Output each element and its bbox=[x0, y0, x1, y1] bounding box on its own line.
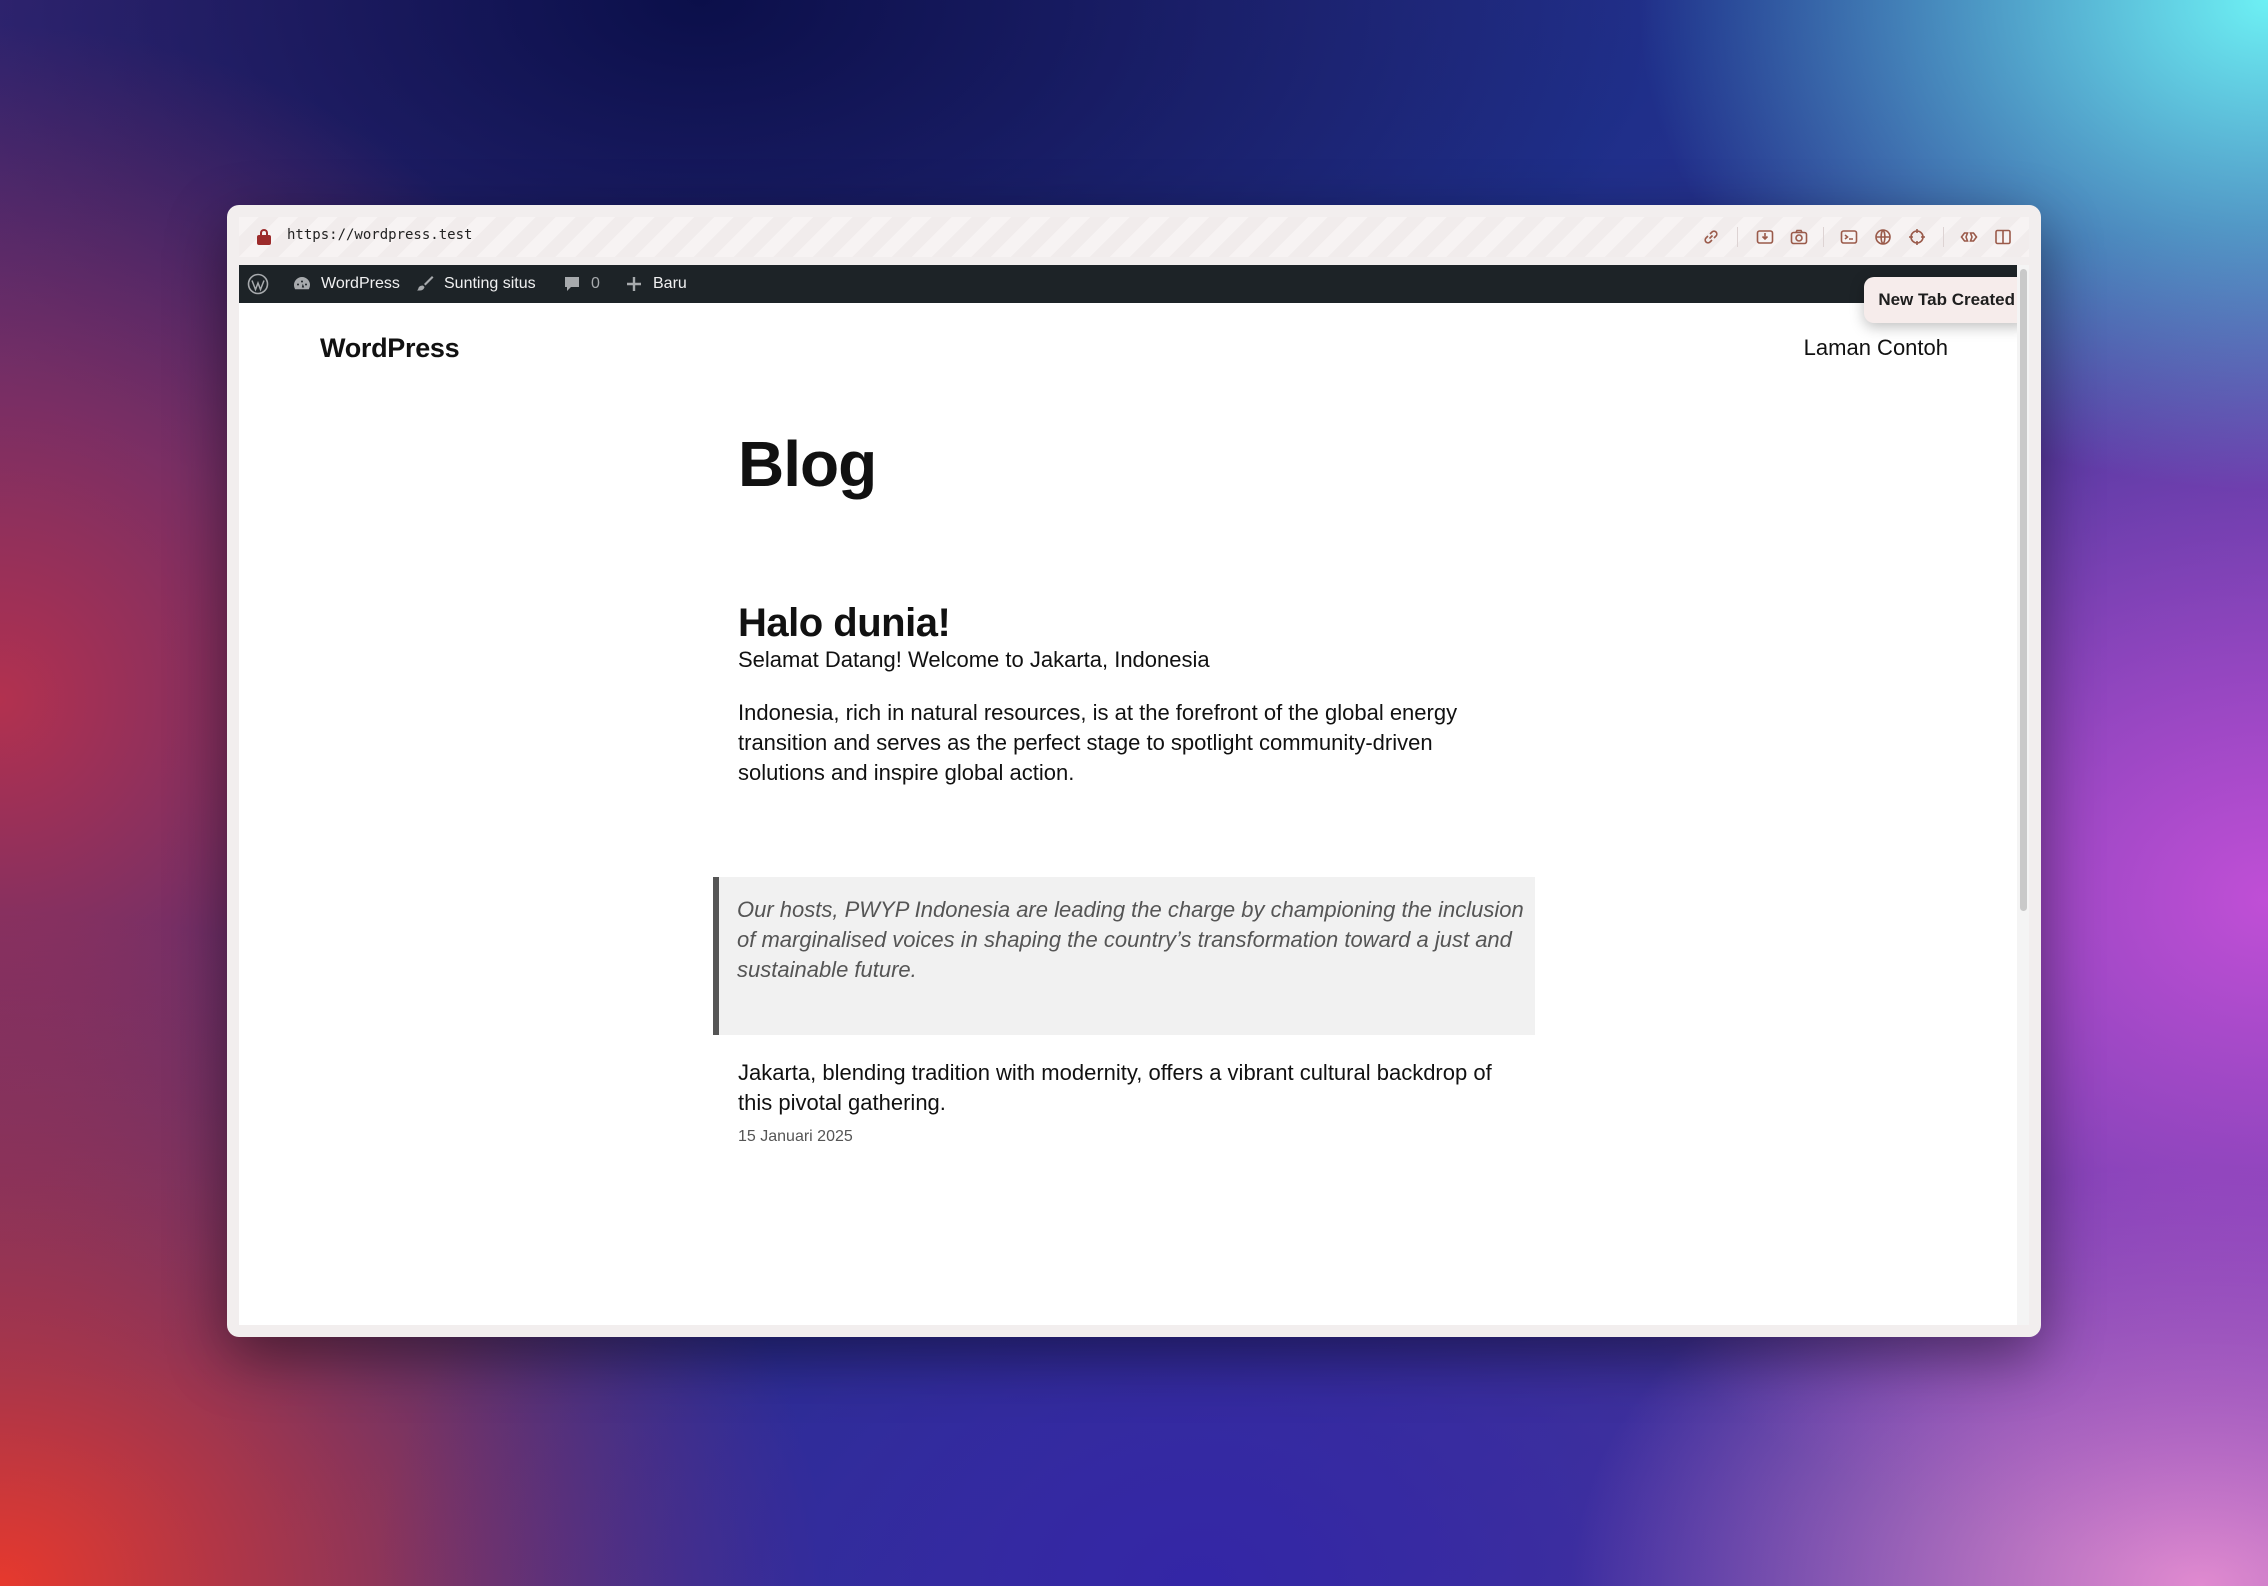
post-paragraph: Indonesia, rich in natural resources, is… bbox=[738, 700, 1458, 785]
browser-window: https://wordpress.test WordPress Sunting… bbox=[227, 205, 2041, 1337]
site-title[interactable]: WordPress bbox=[320, 333, 460, 364]
admin-bar-site-label: WordPress bbox=[321, 275, 400, 292]
address-bar[interactable]: https://wordpress.test bbox=[239, 217, 2029, 257]
link-icon[interactable] bbox=[1701, 227, 1721, 247]
post-date[interactable]: 15 Januari 2025 bbox=[738, 1128, 853, 1146]
blockquote-text: Our hosts, PWYP Indonesia are leading th… bbox=[737, 897, 1524, 982]
page-viewport: WordPress Sunting situs 0 Baru New Tab C… bbox=[239, 265, 2029, 1325]
lock-icon bbox=[257, 229, 271, 245]
extension-icon[interactable] bbox=[1959, 227, 1979, 247]
admin-bar-new-label: Baru bbox=[653, 275, 687, 292]
post-paragraph: Selamat Datang! Welcome to Jakarta, Indo… bbox=[738, 647, 1210, 672]
nav-link-laman-contoh[interactable]: Laman Contoh bbox=[1804, 335, 1948, 361]
paintbrush-icon bbox=[417, 276, 434, 291]
globe-icon[interactable] bbox=[1873, 227, 1893, 247]
wordpress-logo-icon[interactable] bbox=[247, 265, 269, 303]
admin-bar-customize-label: Sunting situs bbox=[444, 275, 536, 292]
crosshair-icon[interactable] bbox=[1907, 227, 1927, 247]
new-tab-toast: New Tab Created bbox=[1864, 277, 2029, 323]
wp-admin-bar: WordPress Sunting situs 0 Baru bbox=[239, 265, 2029, 303]
scrollbar[interactable] bbox=[2017, 265, 2029, 1325]
admin-bar-comments[interactable]: 0 bbox=[561, 265, 600, 303]
camera-icon[interactable] bbox=[1789, 227, 1809, 247]
download-icon[interactable] bbox=[1755, 227, 1775, 247]
scrollbar-thumb[interactable] bbox=[2020, 269, 2027, 911]
url-text[interactable]: https://wordpress.test bbox=[287, 227, 472, 243]
dashboard-icon bbox=[294, 277, 310, 290]
admin-bar-new[interactable]: Baru bbox=[623, 265, 687, 303]
admin-bar-comments-count: 0 bbox=[591, 275, 600, 292]
comment-icon bbox=[565, 277, 579, 291]
admin-bar-site-name[interactable]: WordPress bbox=[291, 265, 400, 303]
split-view-icon[interactable] bbox=[1993, 227, 2013, 247]
post-paragraph: Jakarta, blending tradition with moderni… bbox=[738, 1060, 1492, 1115]
plus-icon bbox=[627, 277, 641, 291]
post-title[interactable]: Halo dunia! bbox=[738, 601, 951, 646]
terminal-icon[interactable] bbox=[1839, 227, 1859, 247]
admin-bar-customize[interactable]: Sunting situs bbox=[414, 265, 536, 303]
page-title: Blog bbox=[738, 428, 877, 500]
